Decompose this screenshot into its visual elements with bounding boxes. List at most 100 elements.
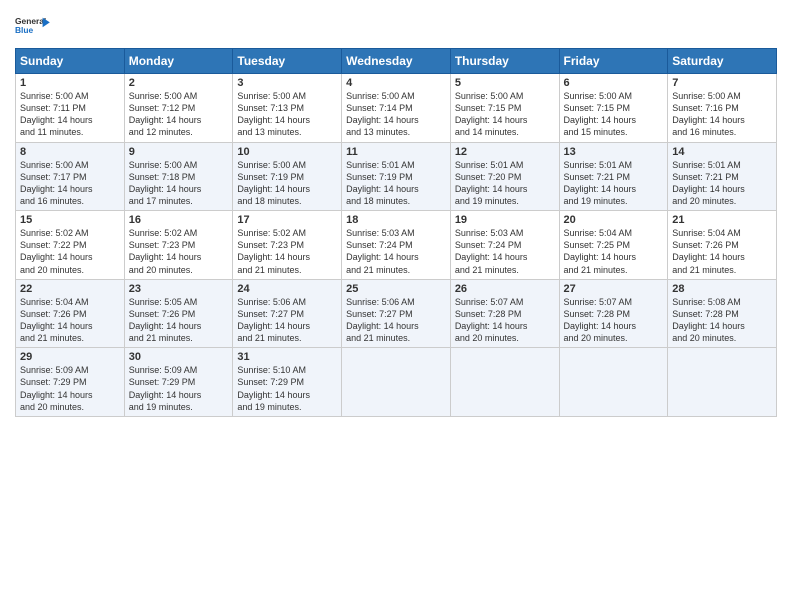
day-number: 9 bbox=[129, 146, 229, 158]
calendar-day-cell: 22Sunrise: 5:04 AM Sunset: 7:26 PM Dayli… bbox=[16, 279, 125, 348]
logo-svg: GeneralBlue bbox=[15, 10, 51, 42]
day-number: 24 bbox=[237, 283, 337, 295]
day-info: Sunrise: 5:00 AM Sunset: 7:11 PM Dayligh… bbox=[20, 90, 120, 139]
day-number: 15 bbox=[20, 214, 120, 226]
day-info: Sunrise: 5:04 AM Sunset: 7:25 PM Dayligh… bbox=[564, 227, 664, 276]
day-info: Sunrise: 5:02 AM Sunset: 7:23 PM Dayligh… bbox=[237, 227, 337, 276]
day-number: 14 bbox=[672, 146, 772, 158]
day-info: Sunrise: 5:01 AM Sunset: 7:19 PM Dayligh… bbox=[346, 159, 446, 208]
calendar-day-cell bbox=[342, 348, 451, 417]
day-info: Sunrise: 5:08 AM Sunset: 7:28 PM Dayligh… bbox=[672, 296, 772, 345]
day-info: Sunrise: 5:07 AM Sunset: 7:28 PM Dayligh… bbox=[455, 296, 555, 345]
day-info: Sunrise: 5:00 AM Sunset: 7:14 PM Dayligh… bbox=[346, 90, 446, 139]
day-number: 10 bbox=[237, 146, 337, 158]
calendar-week-row: 29Sunrise: 5:09 AM Sunset: 7:29 PM Dayli… bbox=[16, 348, 777, 417]
day-number: 6 bbox=[564, 77, 664, 89]
calendar-day-header: Saturday bbox=[668, 49, 777, 74]
day-info: Sunrise: 5:09 AM Sunset: 7:29 PM Dayligh… bbox=[20, 364, 120, 413]
day-number: 21 bbox=[672, 214, 772, 226]
day-number: 18 bbox=[346, 214, 446, 226]
calendar-day-cell: 14Sunrise: 5:01 AM Sunset: 7:21 PM Dayli… bbox=[668, 142, 777, 211]
calendar-day-cell: 12Sunrise: 5:01 AM Sunset: 7:20 PM Dayli… bbox=[450, 142, 559, 211]
calendar-day-cell: 1Sunrise: 5:00 AM Sunset: 7:11 PM Daylig… bbox=[16, 74, 125, 143]
calendar-day-cell: 2Sunrise: 5:00 AM Sunset: 7:12 PM Daylig… bbox=[124, 74, 233, 143]
day-number: 29 bbox=[20, 351, 120, 363]
day-number: 7 bbox=[672, 77, 772, 89]
calendar-day-cell: 18Sunrise: 5:03 AM Sunset: 7:24 PM Dayli… bbox=[342, 211, 451, 280]
calendar-day-cell: 26Sunrise: 5:07 AM Sunset: 7:28 PM Dayli… bbox=[450, 279, 559, 348]
calendar-day-cell: 20Sunrise: 5:04 AM Sunset: 7:25 PM Dayli… bbox=[559, 211, 668, 280]
calendar-day-cell: 6Sunrise: 5:00 AM Sunset: 7:15 PM Daylig… bbox=[559, 74, 668, 143]
calendar-week-row: 22Sunrise: 5:04 AM Sunset: 7:26 PM Dayli… bbox=[16, 279, 777, 348]
calendar-day-cell bbox=[668, 348, 777, 417]
day-number: 26 bbox=[455, 283, 555, 295]
calendar-day-cell: 24Sunrise: 5:06 AM Sunset: 7:27 PM Dayli… bbox=[233, 279, 342, 348]
day-info: Sunrise: 5:04 AM Sunset: 7:26 PM Dayligh… bbox=[672, 227, 772, 276]
calendar-day-cell: 31Sunrise: 5:10 AM Sunset: 7:29 PM Dayli… bbox=[233, 348, 342, 417]
day-number: 4 bbox=[346, 77, 446, 89]
calendar-table: SundayMondayTuesdayWednesdayThursdayFrid… bbox=[15, 48, 777, 417]
day-info: Sunrise: 5:00 AM Sunset: 7:17 PM Dayligh… bbox=[20, 159, 120, 208]
day-info: Sunrise: 5:03 AM Sunset: 7:24 PM Dayligh… bbox=[346, 227, 446, 276]
header: GeneralBlue bbox=[15, 10, 777, 42]
calendar-day-cell: 21Sunrise: 5:04 AM Sunset: 7:26 PM Dayli… bbox=[668, 211, 777, 280]
day-info: Sunrise: 5:04 AM Sunset: 7:26 PM Dayligh… bbox=[20, 296, 120, 345]
calendar-day-cell: 30Sunrise: 5:09 AM Sunset: 7:29 PM Dayli… bbox=[124, 348, 233, 417]
day-info: Sunrise: 5:05 AM Sunset: 7:26 PM Dayligh… bbox=[129, 296, 229, 345]
day-number: 19 bbox=[455, 214, 555, 226]
calendar-day-cell: 11Sunrise: 5:01 AM Sunset: 7:19 PM Dayli… bbox=[342, 142, 451, 211]
day-number: 13 bbox=[564, 146, 664, 158]
day-info: Sunrise: 5:09 AM Sunset: 7:29 PM Dayligh… bbox=[129, 364, 229, 413]
calendar-week-row: 15Sunrise: 5:02 AM Sunset: 7:22 PM Dayli… bbox=[16, 211, 777, 280]
day-info: Sunrise: 5:00 AM Sunset: 7:12 PM Dayligh… bbox=[129, 90, 229, 139]
calendar-day-cell: 5Sunrise: 5:00 AM Sunset: 7:15 PM Daylig… bbox=[450, 74, 559, 143]
calendar-header-row: SundayMondayTuesdayWednesdayThursdayFrid… bbox=[16, 49, 777, 74]
calendar-day-cell: 28Sunrise: 5:08 AM Sunset: 7:28 PM Dayli… bbox=[668, 279, 777, 348]
day-number: 12 bbox=[455, 146, 555, 158]
day-info: Sunrise: 5:02 AM Sunset: 7:23 PM Dayligh… bbox=[129, 227, 229, 276]
calendar-day-cell: 8Sunrise: 5:00 AM Sunset: 7:17 PM Daylig… bbox=[16, 142, 125, 211]
day-number: 22 bbox=[20, 283, 120, 295]
day-number: 30 bbox=[129, 351, 229, 363]
calendar-day-cell: 4Sunrise: 5:00 AM Sunset: 7:14 PM Daylig… bbox=[342, 74, 451, 143]
calendar-day-cell bbox=[559, 348, 668, 417]
day-info: Sunrise: 5:03 AM Sunset: 7:24 PM Dayligh… bbox=[455, 227, 555, 276]
calendar-day-cell: 10Sunrise: 5:00 AM Sunset: 7:19 PM Dayli… bbox=[233, 142, 342, 211]
logo: GeneralBlue bbox=[15, 10, 51, 42]
day-number: 23 bbox=[129, 283, 229, 295]
calendar-day-header: Tuesday bbox=[233, 49, 342, 74]
svg-text:Blue: Blue bbox=[15, 25, 34, 35]
calendar-week-row: 1Sunrise: 5:00 AM Sunset: 7:11 PM Daylig… bbox=[16, 74, 777, 143]
calendar-day-cell: 25Sunrise: 5:06 AM Sunset: 7:27 PM Dayli… bbox=[342, 279, 451, 348]
calendar-day-header: Monday bbox=[124, 49, 233, 74]
day-info: Sunrise: 5:06 AM Sunset: 7:27 PM Dayligh… bbox=[237, 296, 337, 345]
day-number: 1 bbox=[20, 77, 120, 89]
calendar-day-cell: 29Sunrise: 5:09 AM Sunset: 7:29 PM Dayli… bbox=[16, 348, 125, 417]
calendar-week-row: 8Sunrise: 5:00 AM Sunset: 7:17 PM Daylig… bbox=[16, 142, 777, 211]
day-number: 31 bbox=[237, 351, 337, 363]
calendar-day-header: Wednesday bbox=[342, 49, 451, 74]
calendar-day-cell: 19Sunrise: 5:03 AM Sunset: 7:24 PM Dayli… bbox=[450, 211, 559, 280]
calendar-day-cell: 15Sunrise: 5:02 AM Sunset: 7:22 PM Dayli… bbox=[16, 211, 125, 280]
calendar-day-header: Friday bbox=[559, 49, 668, 74]
day-number: 5 bbox=[455, 77, 555, 89]
day-info: Sunrise: 5:01 AM Sunset: 7:20 PM Dayligh… bbox=[455, 159, 555, 208]
calendar-day-cell: 13Sunrise: 5:01 AM Sunset: 7:21 PM Dayli… bbox=[559, 142, 668, 211]
calendar-day-cell: 7Sunrise: 5:00 AM Sunset: 7:16 PM Daylig… bbox=[668, 74, 777, 143]
calendar-day-cell: 9Sunrise: 5:00 AM Sunset: 7:18 PM Daylig… bbox=[124, 142, 233, 211]
day-info: Sunrise: 5:00 AM Sunset: 7:15 PM Dayligh… bbox=[564, 90, 664, 139]
day-info: Sunrise: 5:00 AM Sunset: 7:18 PM Dayligh… bbox=[129, 159, 229, 208]
day-number: 17 bbox=[237, 214, 337, 226]
day-info: Sunrise: 5:01 AM Sunset: 7:21 PM Dayligh… bbox=[672, 159, 772, 208]
day-info: Sunrise: 5:00 AM Sunset: 7:13 PM Dayligh… bbox=[237, 90, 337, 139]
day-number: 11 bbox=[346, 146, 446, 158]
calendar-day-cell: 3Sunrise: 5:00 AM Sunset: 7:13 PM Daylig… bbox=[233, 74, 342, 143]
page: GeneralBlue SundayMondayTuesdayWednesday… bbox=[0, 0, 792, 612]
day-number: 28 bbox=[672, 283, 772, 295]
day-number: 16 bbox=[129, 214, 229, 226]
day-info: Sunrise: 5:02 AM Sunset: 7:22 PM Dayligh… bbox=[20, 227, 120, 276]
calendar-day-cell bbox=[450, 348, 559, 417]
day-info: Sunrise: 5:00 AM Sunset: 7:19 PM Dayligh… bbox=[237, 159, 337, 208]
calendar-day-cell: 16Sunrise: 5:02 AM Sunset: 7:23 PM Dayli… bbox=[124, 211, 233, 280]
calendar-day-cell: 17Sunrise: 5:02 AM Sunset: 7:23 PM Dayli… bbox=[233, 211, 342, 280]
